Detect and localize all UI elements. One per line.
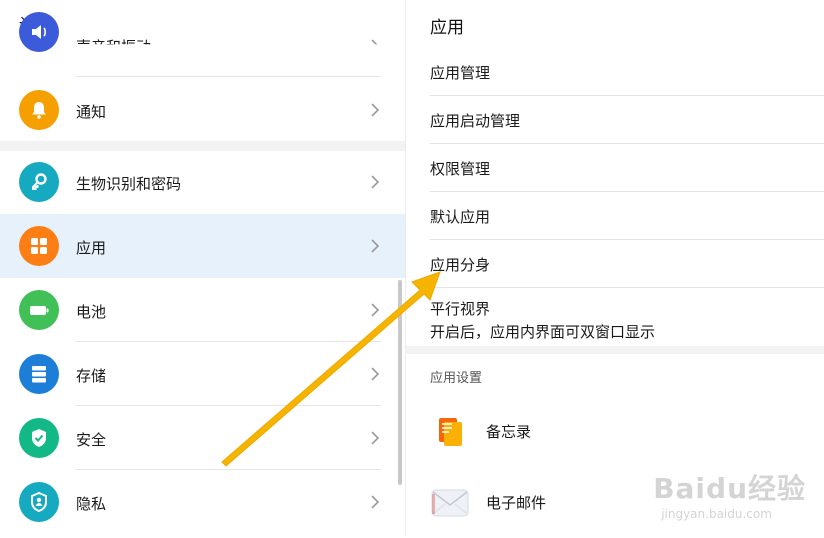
menu-item-label: 应用管理 bbox=[430, 64, 491, 82]
chevron-right-icon bbox=[371, 495, 380, 509]
sidebar-item-notifications[interactable]: 通知 bbox=[0, 78, 405, 142]
sidebar-item-label: 安全 bbox=[76, 431, 107, 449]
chevron-right-icon bbox=[371, 175, 380, 189]
notes-app-icon bbox=[430, 411, 470, 451]
apps-detail-pane: 应用 应用管理 应用启动管理 权限管理 默认应用 应用分身 平行视界 开启后，应… bbox=[406, 0, 824, 535]
sidebar-item-label: 电池 bbox=[76, 303, 107, 321]
sidebar-item-label: 声音和振动 bbox=[76, 38, 152, 56]
watermark-sub: jingyan.baidu.com bbox=[661, 507, 772, 521]
group-gap bbox=[0, 141, 405, 151]
menu-item-label: 应用分身 bbox=[430, 256, 491, 274]
menu-item-subtitle: 开启后，应用内界面可双窗口显示 bbox=[430, 323, 656, 341]
sidebar-item-label: 生物识别和密码 bbox=[76, 175, 182, 193]
menu-item-app-twin[interactable]: 应用分身 bbox=[430, 240, 824, 288]
menu-item-app-management[interactable]: 应用管理 bbox=[430, 48, 824, 96]
chevron-right-icon bbox=[371, 431, 380, 445]
scrollbar[interactable] bbox=[398, 280, 402, 485]
sidebar-item-privacy[interactable]: 隐私 bbox=[0, 470, 405, 534]
sidebar-item-storage[interactable]: 存储 bbox=[0, 342, 405, 406]
menu-item-startup-management[interactable]: 应用启动管理 bbox=[430, 96, 824, 144]
menu-item-label: 权限管理 bbox=[430, 160, 491, 178]
divider bbox=[76, 76, 381, 77]
menu-item-label: 平行视界 bbox=[430, 300, 491, 318]
sidebar-item-label: 应用 bbox=[76, 239, 107, 257]
sidebar-item-security[interactable]: 安全 bbox=[0, 406, 405, 470]
app-name: 备忘录 bbox=[486, 423, 532, 441]
sidebar-item-battery[interactable]: 电池 bbox=[0, 278, 405, 342]
app-name: 电子邮件 bbox=[486, 494, 547, 512]
apps-grid-icon bbox=[19, 226, 59, 266]
sidebar-item-apps[interactable]: 应用 bbox=[0, 214, 405, 278]
section-label: 应用设置 bbox=[430, 371, 483, 386]
email-app-icon bbox=[430, 482, 470, 522]
sidebar-item-label: 存储 bbox=[76, 367, 107, 385]
chevron-right-icon bbox=[371, 367, 380, 381]
menu-item-parallel-view[interactable]: 平行视界 开启后，应用内界面可双窗口显示 bbox=[430, 288, 824, 346]
sidebar-item-label: 隐私 bbox=[76, 495, 107, 513]
menu-item-label: 默认应用 bbox=[430, 208, 491, 226]
watermark-main: Baidu经验 bbox=[653, 472, 806, 505]
group-gap bbox=[406, 346, 824, 354]
chevron-right-icon bbox=[371, 103, 380, 117]
sidebar-item-biometrics[interactable]: 生物识别和密码 bbox=[0, 151, 405, 215]
app-row-notes[interactable]: 备忘录 bbox=[406, 397, 824, 467]
chevron-right-icon bbox=[371, 239, 380, 253]
bell-icon bbox=[19, 90, 59, 130]
settings-sidebar: 设置 声音和振动 通知 生物识别和密码 应用 bbox=[0, 0, 405, 535]
baidu-watermark: Baidu经验 jingyan.baidu.com bbox=[653, 467, 806, 521]
privacy-icon bbox=[19, 482, 59, 522]
key-icon bbox=[19, 162, 59, 202]
chevron-right-icon bbox=[371, 303, 380, 317]
chevron-right-icon bbox=[369, 38, 381, 54]
sound-icon bbox=[19, 12, 59, 52]
menu-item-default-apps[interactable]: 默认应用 bbox=[430, 192, 824, 240]
sidebar-item-label: 通知 bbox=[76, 103, 107, 121]
menu-item-label: 应用启动管理 bbox=[430, 112, 521, 130]
page-title: 应用 bbox=[430, 18, 464, 38]
menu-item-permissions[interactable]: 权限管理 bbox=[430, 144, 824, 192]
sidebar-item-sound[interactable]: 声音和振动 bbox=[0, 12, 405, 78]
battery-icon bbox=[19, 290, 59, 330]
storage-icon bbox=[19, 354, 59, 394]
shield-check-icon bbox=[19, 418, 59, 458]
